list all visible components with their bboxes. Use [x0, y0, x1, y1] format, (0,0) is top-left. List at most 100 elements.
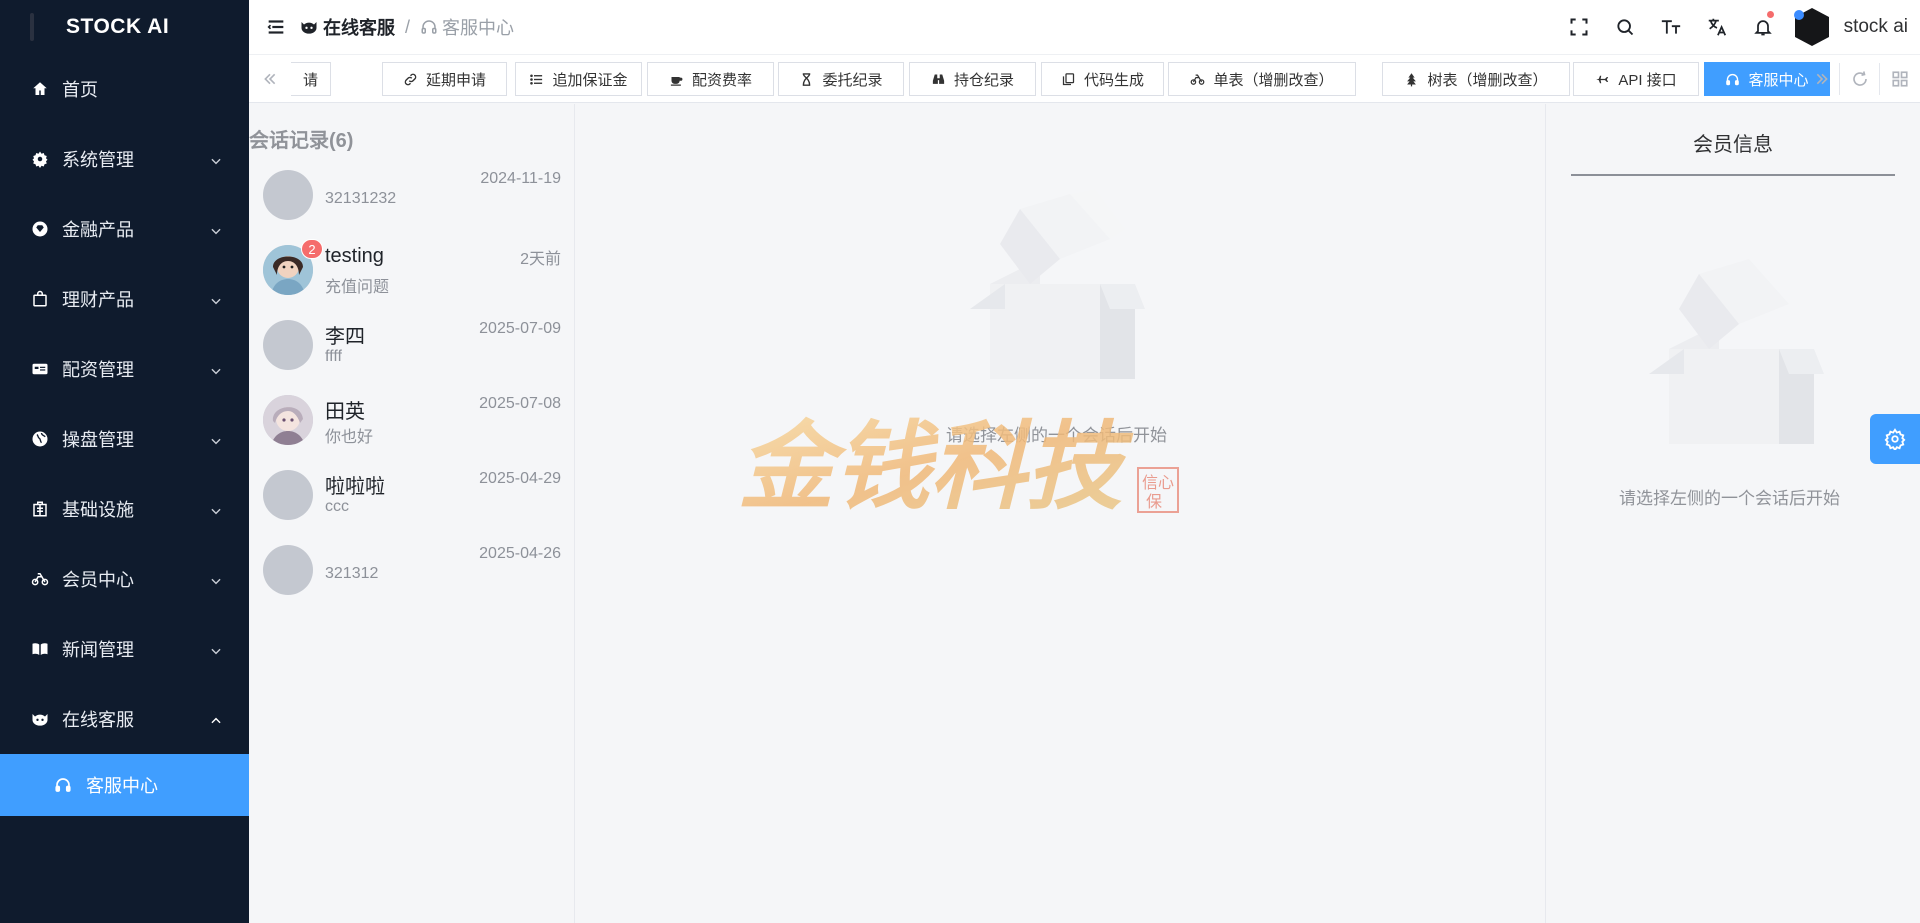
- sidebar-item-5[interactable]: 操盘管理: [0, 404, 249, 474]
- sidebar-item-8[interactable]: 新闻管理: [0, 614, 249, 684]
- sidebar-subitem-service-center[interactable]: 客服中心: [0, 754, 249, 816]
- conversation-item[interactable]: 田英 2025-07-08 你也好: [249, 385, 575, 460]
- conversation-message: 你也好: [325, 429, 374, 446]
- breadcrumb: 在线客服 / 客服中心: [299, 14, 514, 40]
- sidebar-item-9[interactable]: 在线客服: [0, 684, 249, 754]
- tab-2[interactable]: 追加保证金: [515, 62, 642, 96]
- chevron-down-icon: [209, 642, 223, 656]
- sidebar-item-6[interactable]: 基础设施: [0, 474, 249, 544]
- chevron-down-icon: [209, 222, 223, 236]
- menu-toggle-icon[interactable]: [265, 16, 287, 38]
- search-icon[interactable]: [1602, 0, 1648, 54]
- translate-icon[interactable]: [1694, 0, 1740, 54]
- sidebar-item-0[interactable]: 首页: [0, 54, 249, 124]
- conversation-name: 啦啦啦: [325, 476, 385, 498]
- github-cat-icon: [30, 709, 50, 729]
- plane-icon: [1595, 72, 1610, 87]
- tab-8[interactable]: 树表（增删改查）: [1382, 62, 1570, 96]
- sidebar-item-label: 金融产品: [62, 220, 134, 240]
- bell-icon[interactable]: [1740, 0, 1786, 54]
- shopping-bag-icon: [30, 289, 50, 309]
- tab-4[interactable]: 委托纪录: [778, 62, 904, 96]
- empty-box-illustration: [1649, 259, 1824, 444]
- breadcrumb-parent-label: 在线客服: [323, 18, 395, 38]
- refresh-icon[interactable]: [1839, 63, 1879, 95]
- notification-dot: [1766, 11, 1774, 18]
- tree-icon: [1404, 72, 1419, 87]
- sidebar-item-label: 理财产品: [62, 290, 134, 310]
- tabs-scroll-left-icon[interactable]: [249, 63, 291, 95]
- headset-icon: [54, 775, 74, 795]
- member-title: 会员信息: [1693, 134, 1773, 156]
- sidebar-item-label: 系统管理: [62, 150, 134, 170]
- conversation-message: ccc: [325, 498, 349, 515]
- settings-button[interactable]: [1870, 414, 1920, 464]
- conversation-time: 2024-11-19: [480, 170, 561, 187]
- tab-6[interactable]: 代码生成: [1041, 62, 1164, 96]
- conversation-item[interactable]: 啦啦啦 2025-04-29 ccc: [249, 460, 575, 535]
- sidebar-item-3[interactable]: 理财产品: [0, 264, 249, 334]
- chevron-down-icon: [209, 292, 223, 306]
- conversation-time: 2025-07-08: [479, 395, 561, 412]
- conversation-time: 2025-04-29: [479, 470, 561, 487]
- tab-label: API 接口: [1618, 71, 1677, 89]
- breadcrumb-parent[interactable]: 在线客服: [299, 14, 395, 40]
- avatar: [263, 470, 313, 520]
- conversation-item[interactable]: 2024-11-19 32131232: [249, 160, 575, 235]
- breadcrumb-current-label: 客服中心: [442, 18, 515, 38]
- sidebar-item-label: 基础设施: [62, 500, 134, 520]
- chevron-up-icon: [209, 712, 223, 726]
- chevron-down-icon: [209, 572, 223, 586]
- sidebar-item-1[interactable]: 系统管理: [0, 124, 249, 194]
- hourglass-icon: [799, 72, 814, 87]
- sidebar-subitem-label: 客服中心: [86, 776, 158, 796]
- tabs-list: 请 延期申请 追加保证金 配资费率 委托纪录 持仓纪录 代码生成 单表（增删改查） 树表（增删改…: [291, 62, 1920, 96]
- tabs-scroll-right-icon[interactable]: [1801, 63, 1843, 95]
- chevron-down-icon: [209, 432, 223, 446]
- breadcrumb-current: 客服中心: [420, 14, 514, 40]
- list-icon: [529, 72, 544, 87]
- conversation-item[interactable]: 2025-04-26 321312: [249, 535, 575, 610]
- member-panel: 会员信息 请选择左侧的一个会话后开始: [1545, 104, 1920, 923]
- fullscreen-icon[interactable]: [1556, 0, 1602, 54]
- conversation-name: 田英: [325, 401, 365, 423]
- grid-menu-icon[interactable]: [1879, 63, 1919, 95]
- conversation-panel: 会话记录(6) 2024-11-19 32131232 2 testing 2天前 充值问…: [249, 104, 575, 923]
- sidebar-item-label: 操盘管理: [62, 430, 134, 450]
- sidebar-item-4[interactable]: 配资管理: [0, 334, 249, 404]
- empty-box-illustration: [970, 189, 1145, 379]
- tab-label: 树表（增删改查）: [1427, 71, 1548, 89]
- conversation-item[interactable]: 2 testing 2天前 充值问题: [249, 235, 575, 310]
- building-icon: [30, 499, 50, 519]
- tab-label: 单表（增删改查）: [1213, 71, 1334, 89]
- tab-label: 延期申请: [425, 71, 486, 89]
- chevron-down-icon: [209, 502, 223, 516]
- brand[interactable]: STOCK AI: [0, 0, 249, 54]
- sidebar-item-2[interactable]: 金融产品: [0, 194, 249, 264]
- tab-7[interactable]: 单表（增删改查）: [1168, 62, 1356, 96]
- conversation-time: 2天前: [520, 251, 561, 268]
- sidebar-item-7[interactable]: 会员中心: [0, 544, 249, 614]
- tab-label: 代码生成: [1083, 71, 1144, 89]
- tab-label: 客服中心: [1748, 71, 1809, 89]
- gear-icon: [1884, 428, 1906, 450]
- tab-3[interactable]: 配资费率: [647, 62, 774, 96]
- font-size-icon[interactable]: [1648, 0, 1694, 54]
- user-menu[interactable]: stock ai: [1792, 7, 1908, 47]
- tab-label: 请: [302, 71, 318, 89]
- tab-0[interactable]: 请: [291, 62, 331, 96]
- tab-1[interactable]: 延期申请: [382, 62, 507, 96]
- gear-icon: [30, 149, 50, 169]
- tab-9[interactable]: API 接口: [1573, 62, 1699, 96]
- bicycle-icon: [30, 569, 50, 589]
- conversation-time: 2025-04-26: [479, 545, 561, 562]
- avatar: [263, 395, 313, 445]
- tab-5[interactable]: 持仓纪录: [909, 62, 1036, 96]
- sidebar-item-label: 会员中心: [62, 570, 134, 590]
- conversation-item[interactable]: 李四 2025-07-09 ffff: [249, 310, 575, 385]
- home-icon: [30, 79, 50, 99]
- user-name: stock ai: [1843, 16, 1908, 37]
- github-cat-icon: [299, 17, 319, 37]
- breadcrumb-separator: /: [405, 16, 411, 37]
- conversation-name: 李四: [325, 326, 365, 348]
